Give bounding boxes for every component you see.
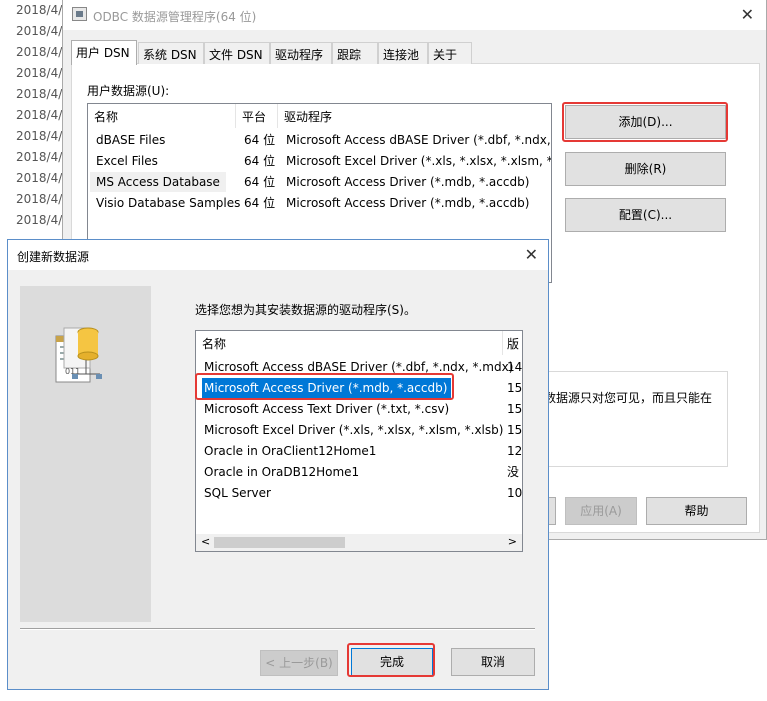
tab-user-dsn[interactable]: 用户 DSN bbox=[71, 40, 137, 65]
driver-name: Oracle in OraDB12Home1 bbox=[204, 465, 360, 479]
dialog-separator bbox=[20, 628, 535, 630]
close-icon[interactable]: ✕ bbox=[741, 5, 754, 24]
bg-date: 2018/4/ bbox=[16, 87, 63, 101]
user-data-sources-label: 用户数据源(U): bbox=[87, 84, 170, 98]
bg-date: 2018/4/ bbox=[16, 24, 63, 38]
remove-button[interactable]: 删除(R) bbox=[565, 152, 726, 186]
dialog-title: 创建新数据源 bbox=[17, 250, 90, 264]
horizontal-scrollbar[interactable]: < > bbox=[196, 534, 522, 551]
column-header-driver[interactable]: 驱动程序 bbox=[278, 104, 551, 128]
bg-date: 2018/4/ bbox=[16, 66, 63, 80]
dsn-driver: Microsoft Excel Driver (*.xls, *.xlsx, *… bbox=[286, 154, 552, 168]
create-data-source-dialog: 创建新数据源 ✕ 011 选择您想为其安装数据源的驱动程序(S)。 名称 版 M… bbox=[7, 239, 549, 690]
driver-name: SQL Server bbox=[204, 486, 271, 500]
database-files-icon: 011 bbox=[55, 327, 102, 383]
dsn-platform: 64 位 bbox=[244, 196, 276, 210]
dsn-platform: 64 位 bbox=[244, 133, 276, 147]
tab-file-dsn[interactable]: 文件 DSN bbox=[204, 42, 270, 64]
configure-button[interactable]: 配置(C)... bbox=[565, 198, 726, 232]
close-icon[interactable]: ✕ bbox=[525, 245, 538, 264]
add-button[interactable]: 添加(D)... bbox=[565, 105, 726, 139]
dialog-prompt: 选择您想为其安装数据源的驱动程序(S)。 bbox=[195, 303, 416, 317]
column-header-name[interactable]: 名称 bbox=[88, 104, 236, 128]
scroll-left-icon[interactable]: < bbox=[201, 535, 210, 548]
apply-button[interactable]: 应用(A) bbox=[565, 497, 637, 525]
dsn-name: MS Access Database bbox=[90, 172, 226, 192]
dsn-platform: 64 位 bbox=[244, 175, 276, 189]
tab-tracing[interactable]: 跟踪 bbox=[332, 42, 378, 64]
dsn-driver: Microsoft Access dBASE Driver (*.dbf, *.… bbox=[286, 133, 552, 147]
bg-date: 2018/4/ bbox=[16, 171, 63, 185]
dsn-platform: 64 位 bbox=[244, 154, 276, 168]
help-button[interactable]: 帮助 bbox=[646, 497, 747, 525]
dsn-driver: Microsoft Access Driver (*.mdb, *.accdb) bbox=[286, 175, 530, 189]
window-app-icon bbox=[72, 7, 87, 21]
dsn-name: Visio Database Samples bbox=[96, 196, 241, 210]
driver-version: 15 bbox=[507, 423, 523, 437]
driver-name: Microsoft Access dBASE Driver (*.dbf, *.… bbox=[204, 360, 514, 374]
dialog-side-graphic: 011 bbox=[20, 286, 151, 622]
info-text: 数据源只对您可见，而且只能在 bbox=[544, 391, 713, 405]
back-button[interactable]: < 上一步(B) bbox=[260, 650, 338, 676]
column-header-name[interactable]: 名称 bbox=[196, 331, 503, 355]
driver-name: Microsoft Access Driver (*.mdb, *.accdb) bbox=[202, 378, 452, 398]
tab-drivers[interactable]: 驱动程序 bbox=[270, 42, 332, 64]
driver-list[interactable]: 名称 版 Microsoft Access dBASE Driver (*.db… bbox=[195, 330, 523, 552]
dsn-name: dBASE Files bbox=[96, 133, 166, 147]
scroll-right-icon[interactable]: > bbox=[508, 535, 517, 548]
dsn-driver: Microsoft Access Driver (*.mdb, *.accdb) bbox=[286, 196, 530, 210]
driver-name: Oracle in OraClient12Home1 bbox=[204, 444, 377, 458]
dsn-name: Excel Files bbox=[96, 154, 158, 168]
driver-version: 没 bbox=[507, 465, 520, 479]
bg-date: 2018/4/ bbox=[16, 192, 63, 206]
finish-button[interactable]: 完成 bbox=[351, 648, 433, 676]
bg-date: 2018/4/ bbox=[16, 3, 63, 17]
driver-version: 15 bbox=[507, 402, 523, 416]
driver-version: 12 bbox=[507, 444, 523, 458]
driver-name: Microsoft Access Text Driver (*.txt, *.c… bbox=[204, 402, 450, 416]
column-header-platform[interactable]: 平台 bbox=[236, 104, 278, 128]
driver-version: 14 bbox=[507, 360, 523, 374]
odbc-window-title: ODBC 数据源管理程序(64 位) bbox=[93, 10, 257, 24]
column-header-version[interactable]: 版 bbox=[503, 331, 522, 355]
bg-date: 2018/4/ bbox=[16, 213, 63, 227]
bg-date: 2018/4/ bbox=[16, 150, 63, 164]
dialog-titlebar[interactable]: 创建新数据源 ✕ bbox=[8, 240, 548, 270]
odbc-titlebar[interactable]: ODBC 数据源管理程序(64 位) ✕ bbox=[63, 0, 766, 30]
driver-version: 10 bbox=[507, 486, 523, 500]
bg-date: 2018/4/ bbox=[16, 129, 63, 143]
cancel-button[interactable]: 取消 bbox=[451, 648, 535, 676]
driver-version: 15 bbox=[507, 381, 523, 395]
tab-system-dsn[interactable]: 系统 DSN bbox=[138, 42, 204, 64]
tab-connection-pool[interactable]: 连接池 bbox=[378, 42, 428, 64]
bg-date: 2018/4/ bbox=[16, 108, 63, 122]
bg-date: 2018/4/ bbox=[16, 45, 63, 59]
scrollbar-thumb[interactable] bbox=[214, 537, 345, 548]
driver-name: Microsoft Excel Driver (*.xls, *.xlsx, *… bbox=[204, 423, 504, 437]
tab-about[interactable]: 关于 bbox=[428, 42, 472, 64]
